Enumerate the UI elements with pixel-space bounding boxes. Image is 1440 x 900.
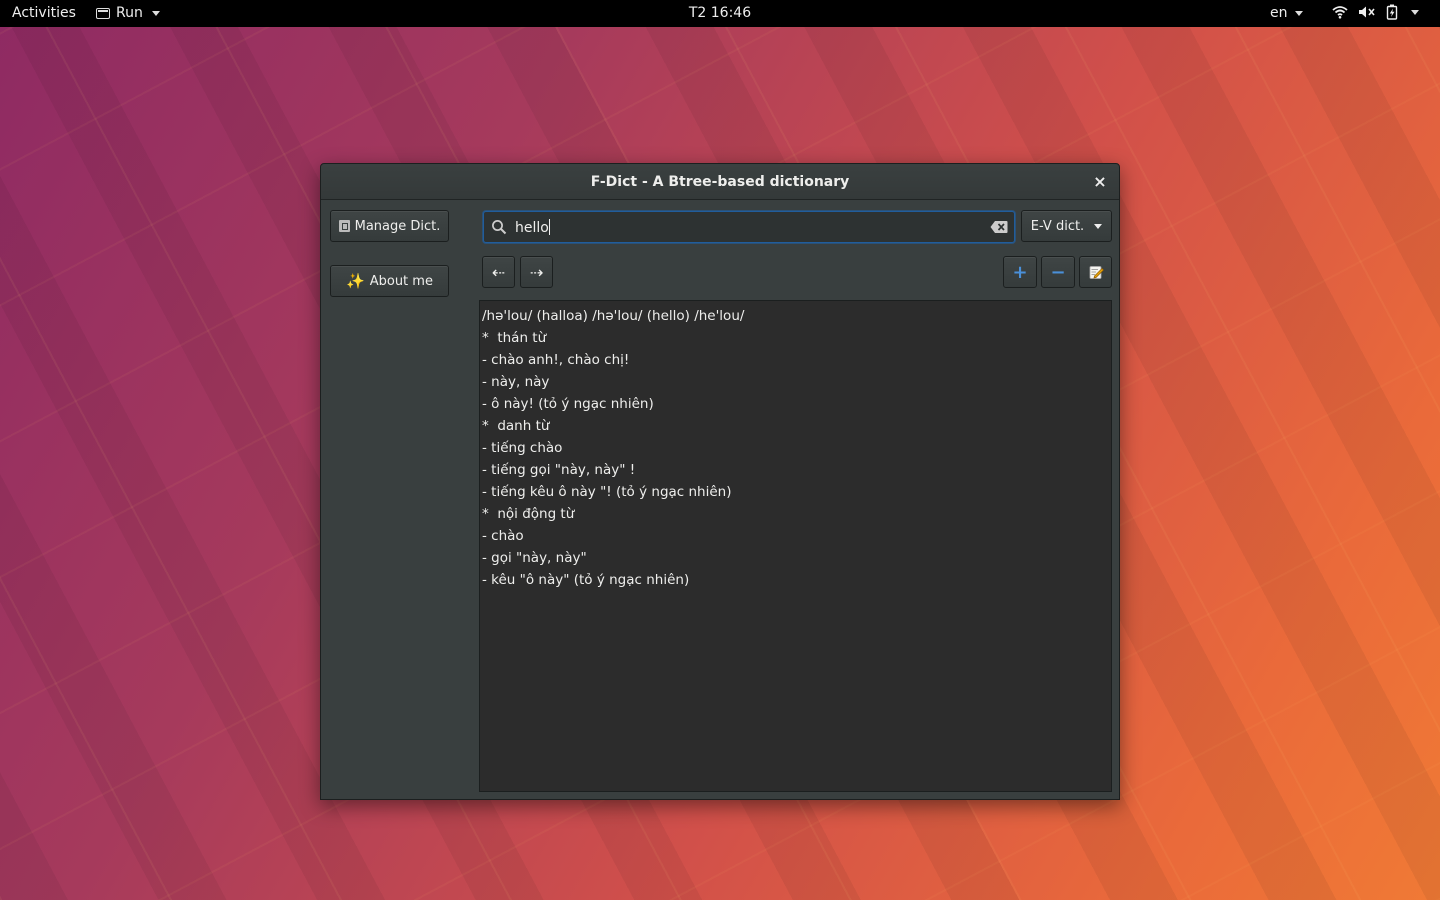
app-menu-label: Run xyxy=(116,5,143,21)
language-label: en xyxy=(1270,5,1288,21)
search-query-text: hello xyxy=(515,220,549,236)
definition-view[interactable]: /hə'lou/ (halloa) /hə'lou/ (hello) /he'l… xyxy=(479,300,1112,792)
dictionary-book-icon xyxy=(338,220,350,232)
definition-line: - chào anh!, chào chị! xyxy=(482,352,630,368)
definition-line: * thán từ xyxy=(482,330,547,346)
clear-search-icon[interactable] xyxy=(990,220,1008,234)
chevron-down-icon xyxy=(1294,10,1303,16)
definition-line: - tiếng gọi "này, này" ! xyxy=(482,462,636,478)
definition-line: * danh từ xyxy=(482,418,550,434)
search-input[interactable]: hello xyxy=(483,211,1015,243)
window-title: F-Dict - A Btree-based dictionary xyxy=(590,174,850,190)
about-me-label: About me xyxy=(369,273,433,289)
dictionary-selector[interactable]: E-V dict. xyxy=(1021,210,1112,242)
remove-word-button[interactable]: − xyxy=(1041,256,1075,288)
language-indicator[interactable]: en xyxy=(1270,5,1303,21)
definition-line: - ô này! (tỏ ý ngạc nhiên) xyxy=(482,396,654,412)
chevron-down-icon xyxy=(1411,9,1419,15)
chevron-down-icon xyxy=(151,10,160,16)
minus-icon: − xyxy=(1050,261,1066,283)
definition-line: /hə'lou/ (halloa) /hə'lou/ (hello) /he'l… xyxy=(482,308,745,324)
wifi-icon xyxy=(1332,6,1348,19)
definition-line: - gọi "này, này" xyxy=(482,550,587,566)
definition-line: * nội động từ xyxy=(482,506,575,522)
arrow-right-icon: ⇢ xyxy=(529,262,544,282)
system-menu[interactable] xyxy=(1332,4,1419,20)
battery-charging-icon xyxy=(1386,4,1398,20)
manage-dict-label: Manage Dict. xyxy=(354,218,441,234)
window-titlebar[interactable]: F-Dict - A Btree-based dictionary × xyxy=(321,164,1119,200)
back-button[interactable]: ⇠ xyxy=(482,256,515,288)
activities-button[interactable]: Activities xyxy=(12,5,76,21)
definition-line: - này, này xyxy=(482,374,550,390)
close-button[interactable]: × xyxy=(1091,173,1109,191)
edit-notepad-icon xyxy=(1089,266,1104,279)
chevron-down-icon xyxy=(1094,223,1103,229)
app-menu-button[interactable]: Run xyxy=(96,5,160,21)
arrow-left-icon: ⇠ xyxy=(491,262,506,282)
add-word-button[interactable]: + xyxy=(1003,256,1037,288)
clock[interactable]: T2 16:46 xyxy=(689,5,751,21)
plus-icon: + xyxy=(1012,261,1028,283)
forward-button[interactable]: ⇢ xyxy=(520,256,553,288)
edit-word-button[interactable] xyxy=(1079,256,1112,288)
definition-line: - chào xyxy=(482,528,524,544)
app-window-icon xyxy=(96,7,110,19)
about-me-button[interactable]: ✨ About me xyxy=(330,265,449,297)
definition-line: - tiếng kêu ô này "! (tỏ ý ngạc nhiên) xyxy=(482,484,732,500)
fdict-window: F-Dict - A Btree-based dictionary × Mana… xyxy=(320,163,1120,800)
definition-line: - tiếng chào xyxy=(482,440,563,456)
top-bar: Activities Run T2 16:46 en xyxy=(0,0,1440,27)
sparkle-icon: ✨ xyxy=(346,271,365,290)
volume-muted-icon xyxy=(1359,6,1375,18)
definition-line: - kêu "ô này" (tỏ ý ngạc nhiên) xyxy=(482,572,690,588)
search-icon xyxy=(492,220,507,235)
manage-dict-button[interactable]: Manage Dict. xyxy=(330,210,449,242)
dictionary-selected-label: E-V dict. xyxy=(1030,218,1085,234)
